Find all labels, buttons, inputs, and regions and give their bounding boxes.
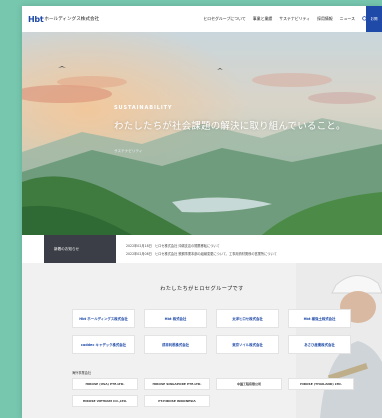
overseas-name: HIROSE (THAILAND) LTD.: [300, 382, 342, 386]
overseas-label: 海外事業会社: [72, 371, 92, 375]
news-item[interactable]: 2022年02月08日 ヒロセ株式会社 鉄鋼事業本部の組織変更について、工事用資…: [126, 251, 277, 256]
company-card[interactable]: Hbt 株式会社: [144, 309, 207, 328]
contact-button[interactable]: お問: [366, 6, 382, 32]
group-section-title: わたしたちがヒロセグループです: [160, 286, 244, 292]
overseas-name: HIROSE SINGAPORE PTE.LTD.: [152, 382, 202, 386]
nav-item-news[interactable]: ニュース: [340, 16, 355, 22]
company-name: 東京ソイル株式会社: [232, 343, 263, 347]
company-logo[interactable]: Hbt ホールディングス株式会社: [28, 15, 99, 24]
overseas-card[interactable]: HIROSE SINGAPORE PTE.LTD.: [144, 378, 210, 390]
company-name: Hbt 補強土株式会社: [303, 317, 336, 321]
company-name: あさひ産業株式会社: [304, 343, 335, 347]
nav-item-about[interactable]: ヒロセグループについて: [203, 16, 245, 22]
company-card[interactable]: Hbt 補強土株式会社: [288, 309, 351, 328]
company-card[interactable]: 太洋ヒロセ株式会社: [216, 309, 279, 328]
main-nav: ヒロセグループについて 事業と業績 サステナビリティ 採用情報 ニュース: [203, 16, 376, 22]
news-label[interactable]: 新着のお知らせ: [44, 235, 116, 263]
hero-landscape-image: [22, 32, 382, 235]
company-card[interactable]: 東京ソイル株式会社: [216, 335, 279, 354]
company-card[interactable]: あさひ産業株式会社: [288, 335, 351, 354]
overseas-name: PT.HIROSE INDONESIA: [158, 399, 196, 403]
overseas-name: HIROSE VIETNAM CO.,LTD.: [82, 399, 128, 403]
company-name: Hbt ホールディングス株式会社: [79, 317, 128, 321]
overseas-name: 中国工程有限公司: [236, 382, 261, 386]
hero-section: SUSTAINABILITY わたしたちが社会課題の解決に取り組んでいること。 …: [22, 32, 382, 235]
news-item[interactable]: 2022年02月18日 ヒロセ株式会社 沖縄支店の開業移転について: [126, 243, 220, 248]
company-card[interactable]: Hbt ホールディングス株式会社: [72, 309, 135, 328]
company-name: 成幸利根株式会社: [161, 343, 190, 347]
overseas-card[interactable]: PT.HIROSE INDONESIA: [144, 395, 210, 407]
company-name: Hbt 株式会社: [164, 317, 187, 321]
overseas-card[interactable]: HIROSE VIETNAM CO.,LTD.: [72, 395, 138, 407]
company-card[interactable]: caddec キャデック株式会社: [72, 335, 135, 354]
site-header: Hbt ホールディングス株式会社 ヒロセグループについて 事業と業績 サステナビ…: [22, 6, 382, 32]
company-card[interactable]: 成幸利根株式会社: [144, 335, 207, 354]
company-name: 太洋ヒロセ株式会社: [232, 317, 263, 321]
logo-text: ホールディングス株式会社: [44, 17, 100, 22]
hero-title: わたしたちが社会課題の解決に取り組んでいること。: [114, 121, 346, 132]
website-page: Hbt ホールディングス株式会社 ヒロセグループについて 事業と業績 サステナビ…: [22, 6, 382, 418]
hero-kicker: SUSTAINABILITY: [114, 105, 173, 111]
nav-item-sustainability[interactable]: サステナビリティ: [279, 16, 310, 22]
overseas-card[interactable]: HIROSE (THAILAND) LTD.: [288, 378, 354, 390]
overseas-card[interactable]: 中国工程有限公司: [216, 378, 282, 390]
logo-mark: Hbt: [28, 14, 44, 24]
nav-item-recruit[interactable]: 採用情報: [317, 16, 333, 22]
group-companies-section: わたしたちがヒロセグループです Hbt ホールディングス株式会社 Hbt 株式会…: [22, 263, 382, 418]
overseas-card[interactable]: HIROSE (USA) PTE.LTD.: [72, 378, 138, 390]
nav-item-business[interactable]: 事業と業績: [253, 16, 272, 22]
hero-subtitle-link[interactable]: サステナビリティ: [114, 149, 142, 154]
company-name: caddec キャデック株式会社: [80, 343, 127, 347]
overseas-name: HIROSE (USA) PTE.LTD.: [85, 382, 125, 386]
news-bar: 新着のお知らせ 2022年02月18日 ヒロセ株式会社 沖縄支店の開業移転につい…: [22, 235, 382, 263]
